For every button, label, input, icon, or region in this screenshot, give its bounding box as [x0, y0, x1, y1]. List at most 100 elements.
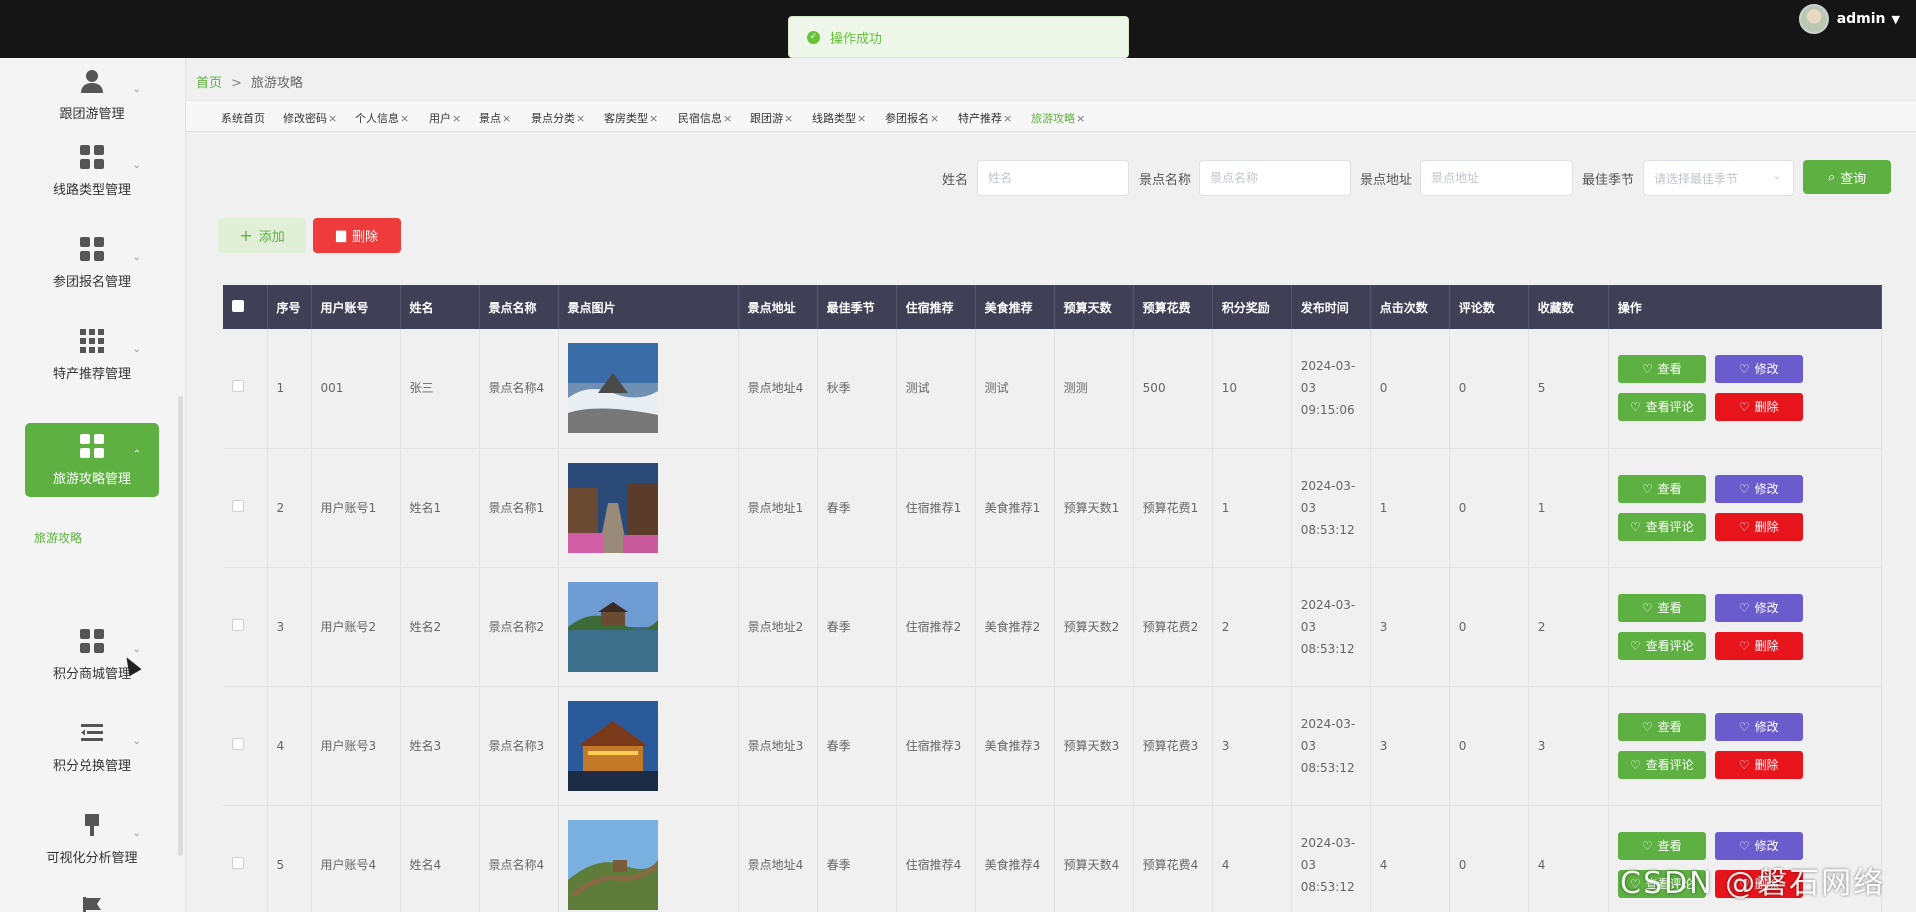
tab-tour-group[interactable]: 跟团游×: [750, 110, 793, 126]
cell-time: 2024-03-03 08:53:12: [1291, 567, 1371, 687]
close-icon[interactable]: ×: [1076, 112, 1085, 125]
tab-room-type[interactable]: 客房类型×: [604, 110, 658, 126]
column-header: 预算天数: [1054, 285, 1134, 329]
delete-row-button[interactable]: ♡ 删除: [1714, 750, 1803, 779]
cell-spot: 景点名称3: [479, 686, 559, 806]
sidebar-item-tour-group[interactable]: 跟团游管理 ⌄: [25, 58, 159, 132]
submenu-item-travel-guide[interactable]: 旅游攻略: [34, 529, 82, 546]
sidebar-item-route-type[interactable]: 线路类型管理 ⌄: [25, 134, 159, 208]
cell-cost: 预算花费2: [1133, 567, 1213, 687]
success-toast: ✓ 操作成功: [788, 16, 1129, 58]
delete-row-button[interactable]: ♡ 删除: [1714, 393, 1803, 422]
cell-clicks: 3: [1370, 686, 1450, 806]
cell-addr: 景点地址4: [738, 329, 818, 449]
heart-icon: ♡: [1641, 719, 1653, 734]
close-icon[interactable]: ×: [400, 112, 409, 125]
cell-time: 2024-03-03 08:53:12: [1291, 805, 1371, 912]
table-row: 1 001 张三 景点名称4 景点地址4 秋季 测试 测试 测测 500 10 2024-03-03 …: [223, 329, 1882, 449]
row-checkbox[interactable]: [232, 380, 244, 393]
edit-button[interactable]: ♡ 修改: [1714, 593, 1803, 622]
tab-route-type[interactable]: 线路类型×: [812, 110, 866, 126]
spot-image[interactable]: [567, 581, 738, 672]
tab-profile[interactable]: 个人信息×: [355, 110, 409, 126]
close-icon[interactable]: ×: [452, 112, 461, 125]
cell-account: 用户账号1: [311, 448, 401, 568]
sidebar-item-flag[interactable]: ⌄: [25, 894, 159, 912]
row-checkbox[interactable]: [232, 618, 244, 631]
close-icon[interactable]: ×: [649, 112, 658, 125]
edit-button[interactable]: ♡ 修改: [1714, 712, 1803, 741]
cell-comments: 0: [1449, 448, 1529, 568]
table-grid-icon: [80, 329, 104, 353]
select-all-checkbox[interactable]: [232, 299, 244, 312]
sidebar-item-visual-analysis[interactable]: 可视化分析管理 ⌄: [25, 802, 159, 876]
delete-button[interactable]: ▆ 删除: [313, 218, 401, 253]
column-header: 最佳季节: [817, 285, 897, 329]
spot-address-input[interactable]: [1420, 160, 1573, 196]
query-button[interactable]: ⌕ 查询: [1803, 160, 1891, 194]
row-actions: ♡ 查看 ♡ 修改 ♡ 查看评论 ♡ 删除: [1608, 686, 1882, 806]
edit-button[interactable]: ♡ 修改: [1714, 355, 1803, 384]
edit-button[interactable]: ♡ 修改: [1714, 831, 1803, 860]
chevron-down-icon: ⌄: [132, 828, 141, 839]
spot-image[interactable]: [567, 343, 738, 434]
tab-signup[interactable]: 参团报名×: [885, 110, 939, 126]
tab-spot-category[interactable]: 景点分类×: [531, 110, 585, 126]
breadcrumb: 首页 > 旅游攻略: [196, 76, 303, 91]
tab-user[interactable]: 用户×: [429, 110, 461, 126]
cell-time: 2024-03-03 08:53:12: [1291, 686, 1371, 806]
row-checkbox[interactable]: [232, 737, 244, 750]
view-comments-button[interactable]: ♡ 查看评论: [1617, 393, 1706, 422]
cell-stay: 住宿推荐3: [896, 686, 976, 806]
spot-name-input[interactable]: [1199, 160, 1351, 196]
spot-image-cell: [558, 686, 739, 806]
view-button[interactable]: ♡ 查看: [1617, 831, 1706, 860]
sidebar-item-label: 积分商城管理: [52, 667, 131, 682]
close-icon[interactable]: ×: [328, 112, 337, 125]
view-button[interactable]: ♡ 查看: [1617, 355, 1706, 384]
grid-icon: [80, 629, 104, 653]
spot-image[interactable]: [567, 819, 738, 910]
add-button[interactable]: + 添加: [218, 218, 306, 253]
delete-row-button[interactable]: ♡ 删除: [1714, 631, 1803, 660]
name-input[interactable]: [977, 160, 1129, 196]
tab-travel-guide[interactable]: 旅游攻略×: [1031, 110, 1085, 126]
edit-button[interactable]: ♡ 修改: [1714, 474, 1803, 503]
close-icon[interactable]: ×: [576, 112, 585, 125]
close-icon[interactable]: ×: [784, 112, 793, 125]
close-icon[interactable]: ×: [1003, 112, 1012, 125]
view-comments-button[interactable]: ♡ 查看评论: [1617, 512, 1706, 541]
close-icon[interactable]: ×: [857, 112, 866, 125]
view-button[interactable]: ♡ 查看: [1617, 593, 1706, 622]
row-actions: ♡ 查看 ♡ 修改 ♡ 查看评论 ♡ 删除: [1608, 329, 1882, 449]
cell-account: 用户账号4: [311, 805, 401, 912]
view-button[interactable]: ♡ 查看: [1617, 712, 1706, 741]
heart-icon: ♡: [1738, 838, 1750, 853]
view-comments-button[interactable]: ♡ 查看评论: [1617, 631, 1706, 660]
delete-row-button[interactable]: ♡ 删除: [1714, 512, 1803, 541]
spot-image[interactable]: [567, 700, 738, 791]
sidebar-item-signup[interactable]: 参团报名管理 ⌄: [25, 226, 159, 300]
tab-system-home[interactable]: 系统首页: [221, 110, 265, 126]
close-icon[interactable]: ×: [930, 112, 939, 125]
trash-icon: ▆: [335, 228, 346, 243]
spot-image[interactable]: [567, 462, 738, 553]
tab-homestay[interactable]: 民宿信息×: [678, 110, 732, 126]
tab-change-password[interactable]: 修改密码×: [283, 110, 337, 126]
close-icon[interactable]: ×: [502, 112, 511, 125]
close-icon[interactable]: ×: [723, 112, 732, 125]
row-checkbox[interactable]: [232, 856, 244, 869]
sidebar-scrollbar[interactable]: [178, 396, 183, 856]
sidebar-item-specialty[interactable]: 特产推荐管理 ⌄: [25, 318, 159, 392]
breadcrumb-home[interactable]: 首页: [196, 76, 222, 91]
user-menu[interactable]: admin ▼: [1798, 4, 1900, 34]
tab-specialty[interactable]: 特产推荐×: [958, 110, 1012, 126]
season-select[interactable]: 请选择最佳季节 ⌄: [1643, 160, 1794, 196]
sidebar-item-travel-guide[interactable]: 旅游攻略管理 ⌃: [25, 423, 159, 497]
view-comments-button[interactable]: ♡ 查看评论: [1617, 750, 1706, 779]
row-checkbox[interactable]: [232, 499, 244, 512]
tab-spot[interactable]: 景点×: [479, 110, 511, 126]
sidebar-item-points-exchange[interactable]: 积分兑换管理 ⌄: [25, 710, 159, 784]
view-button[interactable]: ♡ 查看: [1617, 474, 1706, 503]
sidebar-item-points-mall[interactable]: 积分商城管理 ⌄: [25, 618, 159, 692]
